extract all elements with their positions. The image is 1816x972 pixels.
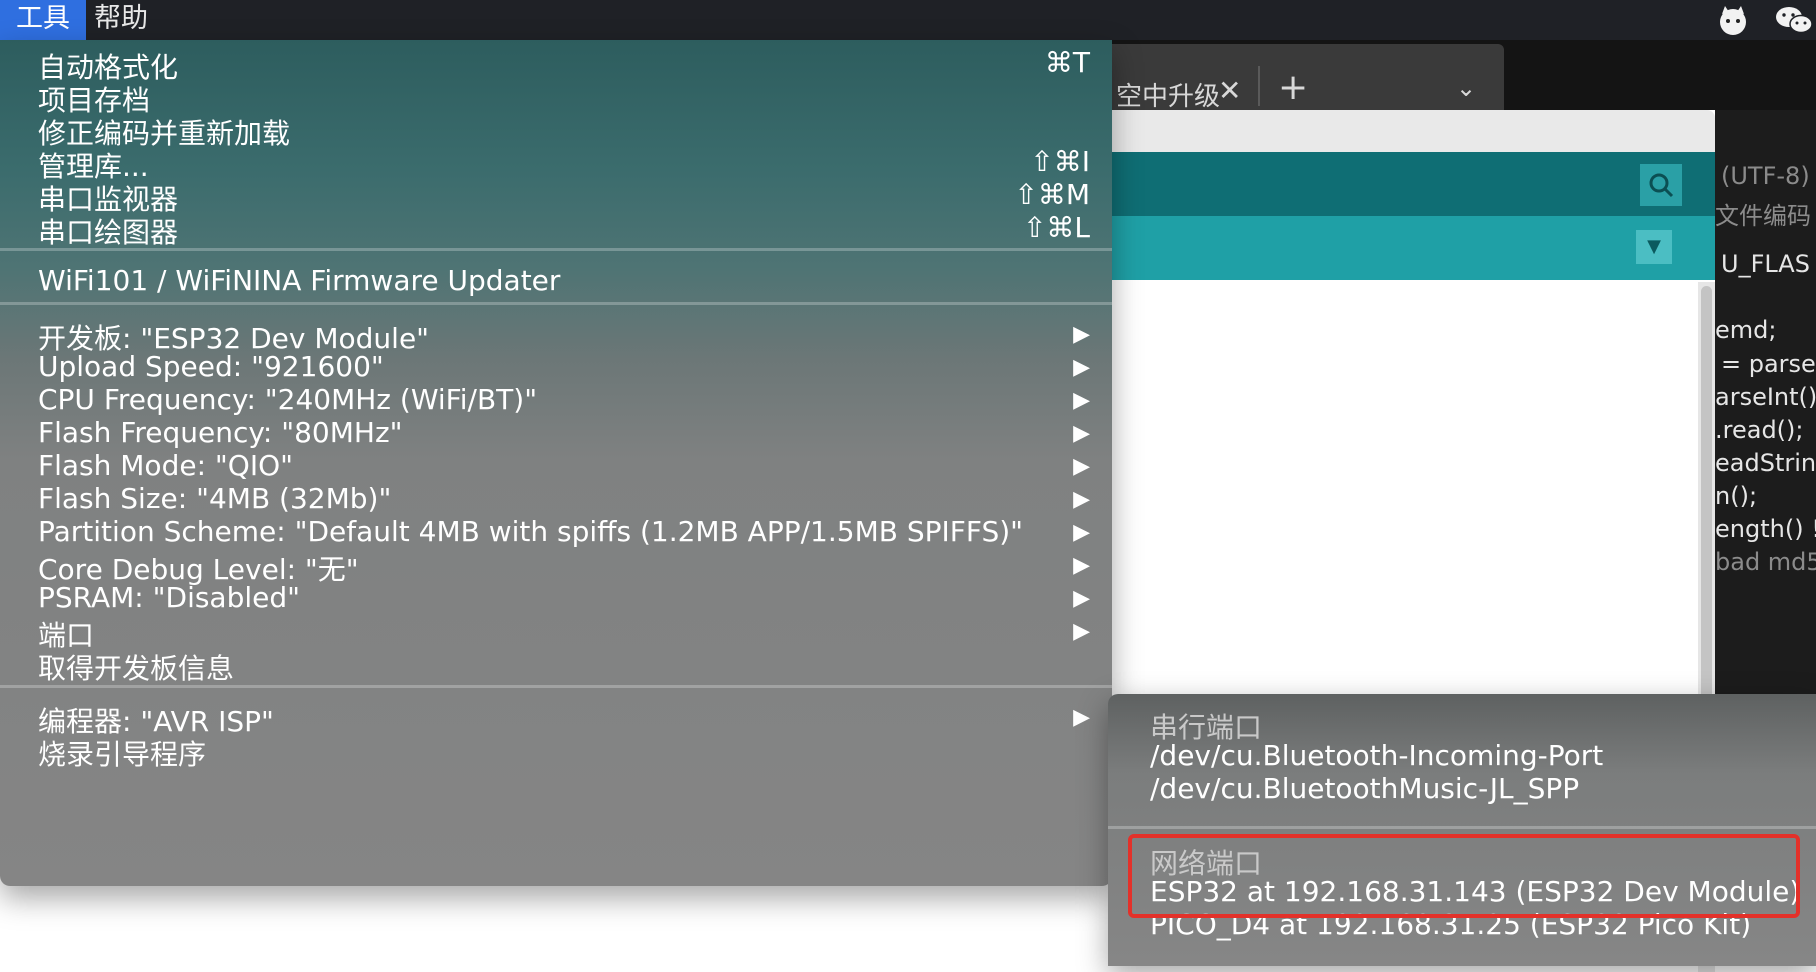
submenu-arrow-icon: ▶ [1073, 388, 1090, 413]
wechat-icon[interactable] [1774, 4, 1813, 36]
menu-item-burn-bootloader[interactable]: 烧录引导程序 [38, 733, 206, 773]
menu-tools[interactable]: 工具 [0, 0, 86, 40]
editor-line: U_FLAS [1721, 250, 1810, 278]
menu-separator [0, 302, 1112, 305]
menu-item-serial-plotter[interactable]: 串口绘图器 [38, 211, 178, 251]
menu-item-partition-scheme[interactable]: Partition Scheme: "Default 4MB with spif… [38, 515, 1023, 548]
submenu-arrow-icon: ▶ [1073, 553, 1090, 578]
menu-help[interactable]: 帮助 [78, 0, 164, 40]
editor-line: (UTF-8) [1721, 162, 1810, 190]
menu-item-flash-frequency[interactable]: Flash Frequency: "80MHz" [38, 416, 403, 449]
cat-face-icon[interactable] [1716, 4, 1750, 36]
menu-bar: 工具 帮助 [0, 0, 1816, 40]
editor-line: emd; [1715, 316, 1777, 344]
highlight-annotation-box [1128, 834, 1800, 918]
chevron-down-icon[interactable]: ⌄ [1456, 74, 1476, 102]
port-submenu: 串行端口 /dev/cu.Bluetooth-Incoming-Port /de… [1108, 694, 1816, 966]
submenu-arrow-icon: ▶ [1073, 487, 1090, 512]
editor-line: arseInt(); [1715, 383, 1816, 411]
editor-line: 文件编码 [1715, 202, 1811, 230]
editor-line: ength() != [1715, 515, 1816, 543]
magnifier-icon [1649, 173, 1674, 198]
submenu-arrow-icon: ▶ [1073, 586, 1090, 611]
menu-item-flash-size[interactable]: Flash Size: "4MB (32Mb)" [38, 482, 391, 515]
editor-line: eadString [1715, 449, 1816, 477]
serial-monitor-button[interactable] [1640, 164, 1682, 206]
editor-line: = parseI [1721, 350, 1816, 378]
editor-line: .read(); [1715, 416, 1804, 444]
menu-item-flash-mode[interactable]: Flash Mode: "QIO" [38, 449, 293, 482]
tab-divider [1258, 66, 1260, 106]
shortcut-label: ⇧⌘L [1022, 211, 1090, 244]
menu-item-cpu-frequency[interactable]: CPU Frequency: "240MHz (WiFi/BT)" [38, 383, 537, 416]
add-tab-icon[interactable]: + [1278, 70, 1308, 106]
submenu-arrow-icon: ▶ [1073, 322, 1090, 347]
editor-line: bad md5 [1715, 548, 1816, 576]
shortcut-label: ⇧⌘I [1030, 145, 1090, 178]
tools-dropdown-menu: 自动格式化 ⌘T 项目存档 修正编码并重新加载 管理库... ⇧⌘I 串口监视器… [0, 40, 1112, 886]
submenu-arrow-icon: ▶ [1073, 520, 1090, 545]
submenu-arrow-icon: ▶ [1073, 705, 1090, 730]
menu-item-upload-speed[interactable]: Upload Speed: "921600" [38, 350, 384, 383]
close-icon[interactable]: ✕ [1218, 74, 1241, 107]
port-item[interactable]: /dev/cu.BluetoothMusic-JL_SPP [1150, 772, 1579, 805]
editor-line: n(); [1715, 482, 1758, 510]
menu-separator [0, 685, 1112, 688]
menu-separator [1108, 826, 1816, 829]
submenu-arrow-icon: ▶ [1073, 421, 1090, 446]
menu-item-psram[interactable]: PSRAM: "Disabled" [38, 581, 300, 614]
submenu-arrow-icon: ▶ [1073, 619, 1090, 644]
shortcut-label: ⇧⌘M [1014, 178, 1090, 211]
tabs-menu-button[interactable]: ▼ [1636, 230, 1672, 264]
menu-item-firmware-updater[interactable]: WiFi101 / WiFiNINA Firmware Updater [38, 264, 560, 297]
menu-separator [0, 248, 1112, 251]
submenu-arrow-icon: ▶ [1073, 454, 1090, 479]
port-item[interactable]: /dev/cu.Bluetooth-Incoming-Port [1150, 739, 1603, 772]
shortcut-label: ⌘T [1044, 46, 1090, 79]
menu-item-get-board-info[interactable]: 取得开发板信息 [38, 647, 234, 687]
submenu-arrow-icon: ▶ [1073, 355, 1090, 380]
